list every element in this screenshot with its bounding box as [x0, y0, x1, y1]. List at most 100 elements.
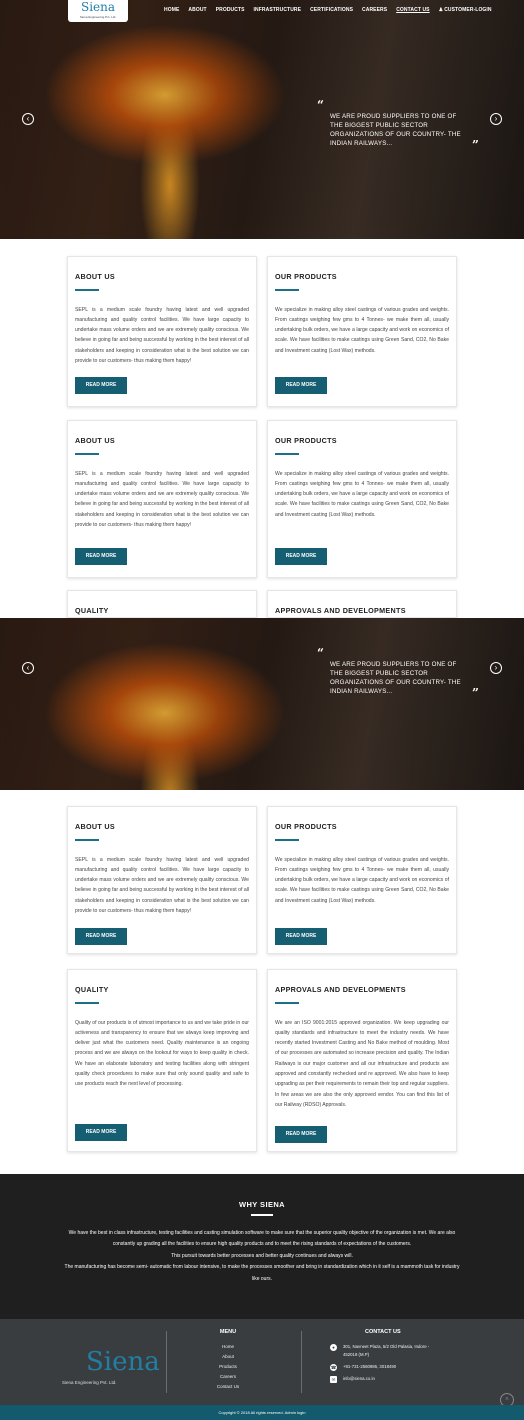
products-text: We specialize in making alloy steel cast…: [275, 470, 449, 518]
why-paragraph-1: We have the best in class infrastructure…: [68, 1229, 456, 1248]
logo-subtitle: Siena Engineering Pvt. Ltd.: [79, 15, 117, 19]
approvals-title: APPROVALS AND DEVELOPMENTS: [275, 606, 406, 615]
footer-contact-title: CONTACT US: [365, 1329, 401, 1335]
top-navigation: Siena Siena Engineering Pvt. Ltd. HOME A…: [0, 0, 524, 22]
products-read-more-button[interactable]: READ MORE: [275, 548, 327, 565]
why-paragraph-3: The manufacturing has become semi- autom…: [64, 1264, 460, 1282]
why-underline: [251, 1214, 273, 1216]
about-text: SEPL is a medium scale foundry having la…: [75, 470, 249, 528]
title-underline: [275, 839, 299, 841]
logo-text: Siena: [80, 0, 116, 14]
nav-products[interactable]: PRODUCTS: [216, 7, 245, 13]
footer-menu-title: MENU: [219, 1329, 237, 1335]
footer-link-products[interactable]: Products: [211, 1362, 245, 1372]
products-card: OUR PRODUCTS We specialize in making all…: [267, 256, 457, 407]
products-card: OUR PRODUCTS We specialize in making all…: [267, 420, 457, 578]
phone-text[interactable]: +91-731-2560986, 3018490: [343, 1364, 396, 1369]
nav-infrastructure[interactable]: INFRASTRUCTURE: [254, 7, 302, 13]
footer-divider: [166, 1331, 167, 1393]
main-menu: HOME ABOUT PRODUCTS INFRASTRUCTURE CERTI…: [164, 7, 501, 13]
about-card: ABOUT US SEPL is a medium scale foundry …: [67, 256, 257, 407]
footer-email: ✉ info@siena.co.in: [330, 1375, 430, 1383]
hero-overlay: [0, 618, 524, 790]
title-underline: [75, 453, 99, 455]
envelope-icon: ✉: [330, 1376, 337, 1383]
about-read-more-button[interactable]: READ MORE: [75, 928, 127, 945]
approvals-card: APPROVALS AND DEVELOPMENTS We are an ISO…: [267, 969, 457, 1152]
about-card: ABOUT US SEPL is a medium scale foundry …: [67, 420, 257, 578]
about-title: ABOUT US: [75, 822, 115, 831]
footer-logo[interactable]: Siena: [86, 1347, 160, 1377]
products-read-more-button[interactable]: READ MORE: [275, 377, 327, 394]
hero-slider: “ WE ARE PROUD SUPPLIERS TO ONE OF THE B…: [0, 618, 524, 790]
approvals-title: APPROVALS AND DEVELOPMENTS: [275, 985, 406, 994]
quality-title: QUALITY: [75, 606, 109, 615]
footer-divider: [301, 1331, 302, 1393]
about-text: SEPL is a medium scale foundry having la…: [75, 306, 249, 364]
why-siena-section: WHY SIENA We have the best in class infr…: [0, 1174, 524, 1319]
title-underline: [275, 453, 299, 455]
title-underline: [75, 1002, 99, 1004]
nav-home[interactable]: HOME: [164, 7, 179, 13]
products-text: We specialize in making alloy steel cast…: [275, 306, 449, 354]
hero-slider: “ WE ARE PROUD SUPPLIERS TO ONE OF THE B…: [0, 0, 524, 239]
footer-address: ● 301, Navneet Plaza, 5/2 Old Palasia, I…: [330, 1343, 430, 1359]
slider-next-icon[interactable]: ›: [490, 662, 502, 674]
nav-certifications[interactable]: CERTIFICATIONS: [310, 7, 353, 13]
address-text: 301, Navneet Plaza, 5/2 Old Palasia, Ind…: [343, 1344, 430, 1357]
about-read-more-button[interactable]: READ MORE: [75, 548, 127, 565]
why-title: WHY SIENA: [239, 1200, 285, 1209]
products-title: OUR PRODUCTS: [275, 436, 337, 445]
hero-quote: WE ARE PROUD SUPPLIERS TO ONE OF THE BIG…: [330, 113, 461, 147]
slider-next-icon[interactable]: ›: [490, 113, 502, 125]
phone-icon: ☎: [330, 1364, 337, 1371]
title-underline: [275, 1002, 299, 1004]
products-title: OUR PRODUCTS: [275, 272, 337, 281]
open-quote-icon: “: [317, 98, 324, 112]
about-title: ABOUT US: [75, 272, 115, 281]
title-underline: [275, 289, 299, 291]
nav-careers[interactable]: CAREERS: [362, 7, 387, 13]
quality-text: Quality of our products is of utmost imp…: [75, 1019, 249, 1088]
why-paragraph-2: This pursuit towards better processes an…: [171, 1252, 353, 1259]
quality-read-more-button[interactable]: READ MORE: [75, 1124, 127, 1141]
footer-link-about[interactable]: About: [211, 1352, 245, 1362]
quality-card: QUALITY Quality of our products is of ut…: [67, 969, 257, 1152]
about-text: SEPL is a medium scale foundry having la…: [75, 856, 249, 914]
products-card: OUR PRODUCTS We specialize in making all…: [267, 806, 457, 954]
location-pin-icon: ●: [330, 1344, 337, 1351]
footer-phone: ☎ +91-731-2560986, 3018490: [330, 1363, 430, 1371]
approvals-card-partial: APPROVALS AND DEVELOPMENTS: [267, 590, 457, 618]
about-title: ABOUT US: [75, 436, 115, 445]
title-underline: [75, 839, 99, 841]
footer-menu: Home About Products Careers Contact Us: [211, 1342, 245, 1392]
close-quote-icon: ”: [472, 686, 479, 700]
open-quote-icon: “: [317, 646, 324, 660]
close-quote-icon: ”: [472, 138, 479, 152]
products-read-more-button[interactable]: READ MORE: [275, 928, 327, 945]
quality-card-partial: QUALITY: [67, 590, 257, 618]
footer-link-contact[interactable]: Contact Us: [211, 1382, 245, 1392]
nav-customer-login[interactable]: ♟CUSTOMER-LOGIN: [439, 7, 492, 13]
user-icon: ♟: [438, 7, 444, 13]
email-link[interactable]: info@siena.co.in: [343, 1376, 375, 1381]
products-text: We specialize in making alloy steel cast…: [275, 856, 449, 904]
approvals-read-more-button[interactable]: READ MORE: [275, 1126, 327, 1143]
footer-link-home[interactable]: Home: [211, 1342, 245, 1352]
slider-prev-icon[interactable]: ‹: [22, 113, 34, 125]
footer: Siena Siena Engineering Pvt. Ltd. MENU H…: [0, 1319, 524, 1405]
quality-title: QUALITY: [75, 985, 109, 994]
about-card: ABOUT US SEPL is a medium scale foundry …: [67, 806, 257, 954]
footer-company-name: Siena Engineering Pvt. Ltd.: [62, 1380, 117, 1385]
site-logo[interactable]: Siena Siena Engineering Pvt. Ltd.: [68, 0, 128, 22]
about-read-more-button[interactable]: READ MORE: [75, 377, 127, 394]
nav-about[interactable]: ABOUT: [188, 7, 206, 13]
title-underline: [75, 289, 99, 291]
nav-contact-us[interactable]: CONTACT US: [396, 7, 429, 13]
footer-link-careers[interactable]: Careers: [211, 1372, 245, 1382]
copyright-bar: Copyright © 2018 All rights reserved. Ad…: [0, 1405, 524, 1420]
customer-login-label: CUSTOMER-LOGIN: [444, 7, 492, 13]
slider-prev-icon[interactable]: ‹: [22, 662, 34, 674]
products-title: OUR PRODUCTS: [275, 822, 337, 831]
footer-contact: ● 301, Navneet Plaza, 5/2 Old Palasia, I…: [330, 1343, 430, 1387]
